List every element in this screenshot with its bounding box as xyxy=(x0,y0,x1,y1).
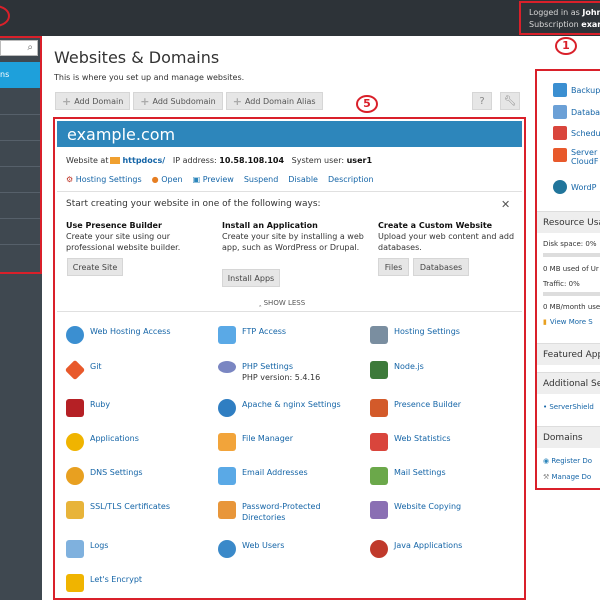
plus-icon: + xyxy=(140,94,150,108)
add-domain-alias-button[interactable]: + Add Domain Alias xyxy=(225,92,323,110)
add-subdomain-button[interactable]: + Add Subdomain xyxy=(133,92,223,110)
toolbar: + Add Domain + Add Subdomain + Add Domain A… xyxy=(55,92,323,110)
wrench-icon[interactable]: 🔧︎ xyxy=(500,92,520,110)
add-domain-button[interactable]: + Add Domain xyxy=(55,92,131,110)
annotation-marker-5: 5 xyxy=(356,95,378,113)
user-name-link[interactable]: John xyxy=(582,8,600,17)
annotation-circle xyxy=(0,5,10,27)
annotation-box-domain xyxy=(53,117,526,600)
plus-icon: + xyxy=(62,94,72,108)
plus-icon: + xyxy=(232,94,242,108)
user-info-box: Logged in as John Subscription exar xyxy=(519,1,600,35)
help-icon[interactable]: ? xyxy=(472,92,492,110)
annotation-marker-1: 1 xyxy=(555,37,577,55)
page-subtitle: This is where you set up and manage webs… xyxy=(54,73,245,82)
annotation-box-right-sidebar xyxy=(535,69,600,490)
annotation-box-sidebar xyxy=(0,36,42,274)
subscription-selector[interactable]: exar xyxy=(581,20,600,29)
logged-in-label: Logged in as xyxy=(529,8,580,17)
left-sidebar: ⌕ ns xyxy=(0,36,42,600)
top-bar: Logged in as John Subscription exar xyxy=(0,0,600,36)
subscription-label: Subscription xyxy=(529,20,579,29)
page-title: Websites & Domains xyxy=(54,48,220,67)
